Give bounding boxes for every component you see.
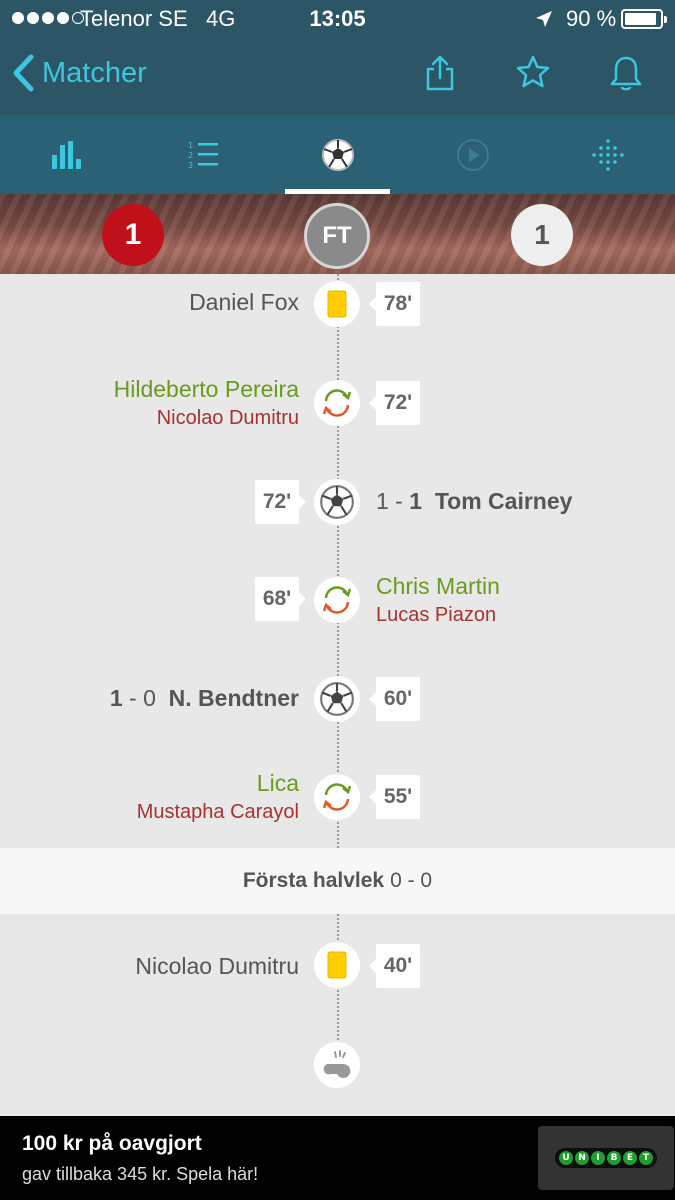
player-name: Daniel Fox xyxy=(189,289,299,315)
player-in: Lica xyxy=(256,770,299,796)
tab-lineup[interactable]: 123 xyxy=(135,115,270,194)
goal-score-home: 1 xyxy=(109,685,123,711)
ad-subtitle: gav tillbaka 345 kr. Spela här! xyxy=(22,1164,259,1184)
header: Telenor SE 4G 13:05 90 % Matcher 123 xyxy=(0,0,675,194)
goal-score-home: 1 xyxy=(376,488,389,514)
lineup-list-icon: 123 xyxy=(188,141,218,170)
tab-events[interactable] xyxy=(270,115,405,194)
home-score: 1 xyxy=(102,204,164,266)
tab-statistics[interactable] xyxy=(0,115,135,194)
goal-details: 1 - 0 N. Bendtner xyxy=(110,685,299,712)
battery-percentage: 90 % xyxy=(566,6,617,31)
play-icon xyxy=(456,138,489,171)
match-tab-bar: 123 xyxy=(0,115,675,194)
half-time-divider: Första halvlek 0 - 0 xyxy=(0,848,675,914)
stats-icon xyxy=(51,140,81,169)
advertisement-banner[interactable]: 100 kr på oavgjort gav tillbaka 345 kr. … xyxy=(0,1116,675,1200)
unibet-logo[interactable]: UNIBET xyxy=(538,1126,674,1190)
half-label: Första halvlek xyxy=(242,869,385,892)
away-score: 1 xyxy=(511,204,573,266)
back-label: Matcher xyxy=(42,56,147,89)
tab-more[interactable] xyxy=(540,115,675,194)
navigation-bar: Matcher xyxy=(0,38,675,115)
yellow-card-icon xyxy=(314,281,360,327)
goal-scorer: Tom Cairney xyxy=(434,488,573,514)
substitution-icon xyxy=(314,380,360,426)
goal-score-away: 1 xyxy=(409,488,423,514)
substitution-names: Lica Mustapha Carayol xyxy=(137,770,299,824)
event-minute: 55' xyxy=(369,775,420,819)
location-arrow-icon xyxy=(535,8,553,34)
goal-ball-icon xyxy=(314,676,360,722)
substitution-icon xyxy=(314,774,360,820)
goal-scorer: N. Bendtner xyxy=(168,685,299,711)
goal-score-away: 0 xyxy=(143,685,156,711)
event-minute: 40' xyxy=(369,944,420,988)
event-minute: 60' xyxy=(369,677,420,721)
substitution-names: Chris Martin Lucas Piazon xyxy=(376,573,500,627)
share-icon[interactable] xyxy=(425,54,455,97)
ad-title: 100 kr på oavgjort xyxy=(22,1132,202,1155)
goal-ball-icon xyxy=(314,479,360,525)
chevron-left-icon xyxy=(13,54,34,92)
score-banner: 1 FT 1 xyxy=(0,194,675,274)
back-button[interactable]: Matcher xyxy=(12,54,147,92)
event-minute: 78' xyxy=(369,282,420,326)
football-icon xyxy=(321,138,354,171)
yellow-card-icon xyxy=(314,942,360,988)
svg-text:2: 2 xyxy=(188,151,193,160)
player-out: Mustapha Carayol xyxy=(136,801,299,823)
player-in: Hildeberto Pereira xyxy=(113,376,299,402)
event-minute: 68' xyxy=(255,577,306,621)
player-name: Nicolao Dumitru xyxy=(135,953,299,979)
svg-text:1: 1 xyxy=(188,141,193,150)
dots-grid-icon xyxy=(591,138,624,171)
whistle-icon xyxy=(314,1042,360,1088)
tab-video[interactable] xyxy=(405,115,540,194)
svg-text:3: 3 xyxy=(188,161,193,170)
player-in: Chris Martin xyxy=(376,573,500,599)
player-out: Nicolao Dumitru xyxy=(156,407,299,429)
event-timeline: Daniel Fox 78' Hildeberto Pereira Nicola… xyxy=(0,274,675,1116)
match-status-badge: FT xyxy=(304,203,370,269)
star-icon[interactable] xyxy=(515,54,551,95)
half-score: 0 - 0 xyxy=(390,869,433,892)
status-bar: Telenor SE 4G 13:05 90 % xyxy=(0,0,675,38)
player-out: Lucas Piazon xyxy=(376,604,497,626)
bell-icon[interactable] xyxy=(608,54,644,97)
event-minute: 72' xyxy=(369,381,420,425)
substitution-icon xyxy=(314,577,360,623)
goal-score-sep: - xyxy=(122,685,144,711)
substitution-names: Hildeberto Pereira Nicolao Dumitru xyxy=(114,376,299,430)
event-minute: 72' xyxy=(255,480,306,524)
goal-details: 1 - 1 Tom Cairney xyxy=(376,488,572,515)
goal-score-sep: - xyxy=(388,488,410,514)
battery-icon xyxy=(621,9,667,29)
